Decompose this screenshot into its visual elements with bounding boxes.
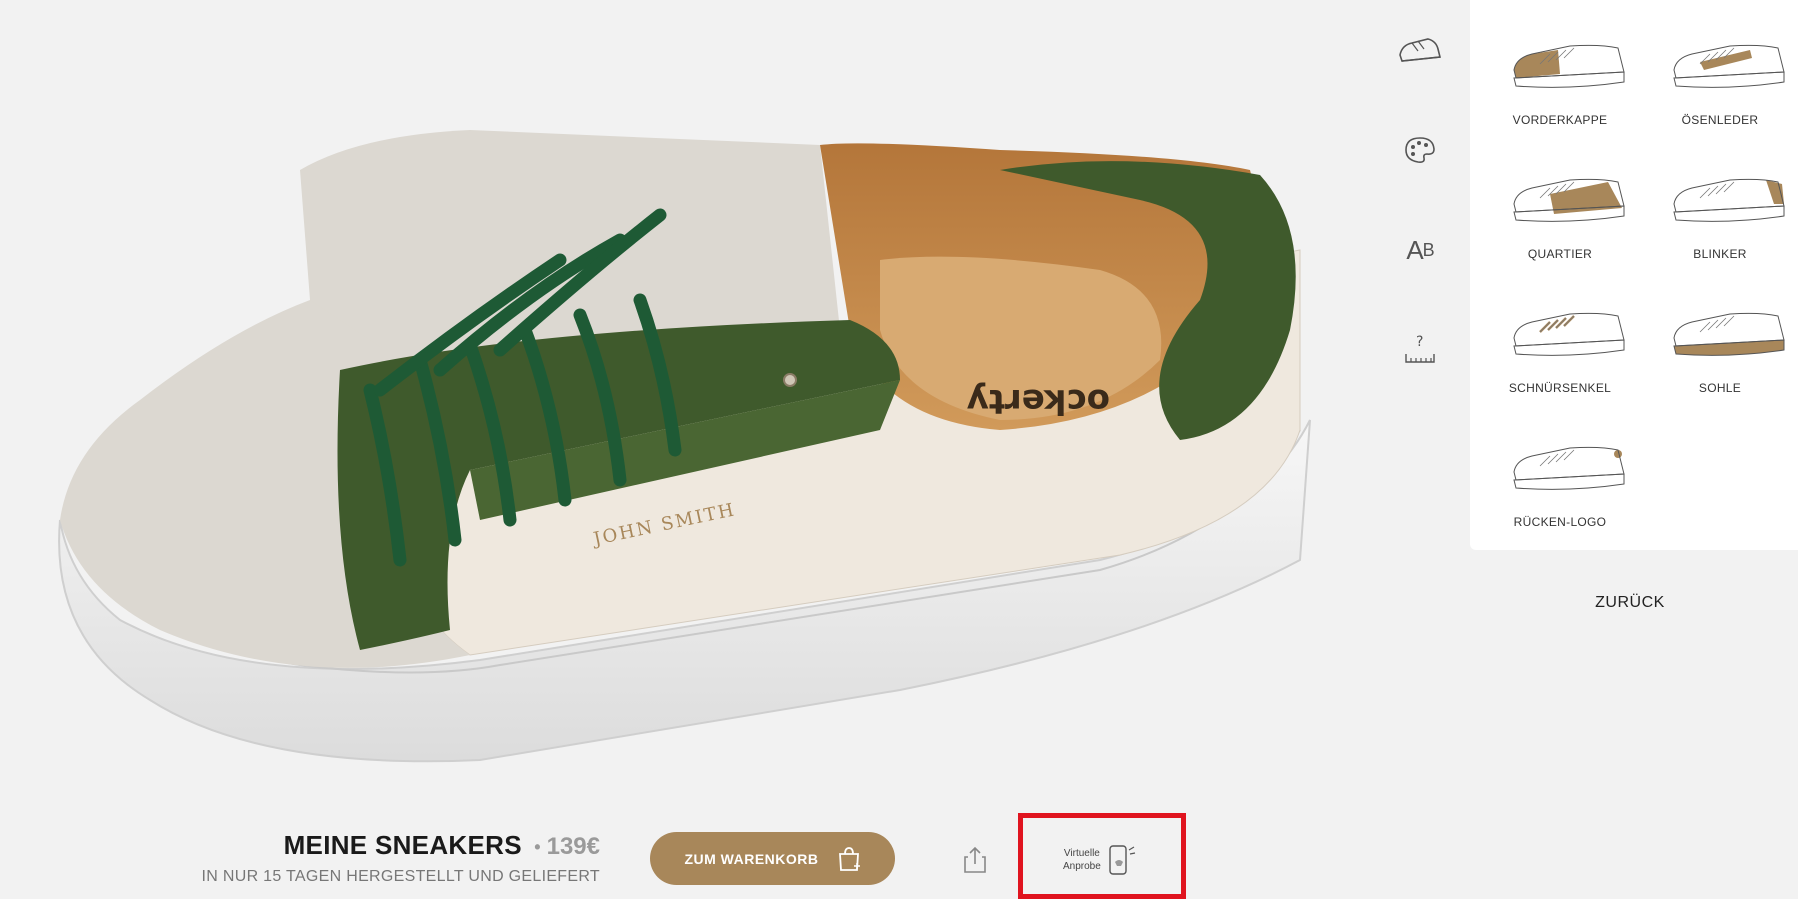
part-option-toe[interactable]: VORDERKAPPE <box>1490 10 1630 130</box>
product-title: MEINE SNEAKERS <box>283 830 522 860</box>
shoe-part-diagram-icon <box>1673 178 1785 222</box>
virtual-try-on-highlight: Virtuelle Anprobe <box>1018 813 1186 899</box>
vto-line-2: Anprobe <box>1063 861 1101 872</box>
product-price: 139€ <box>546 833 600 860</box>
back-button[interactable]: ZURÜCK <box>1570 594 1690 612</box>
part-option-label: VORDERKAPPE <box>1512 113 1608 127</box>
share-button[interactable] <box>960 845 990 875</box>
size-ruler-icon[interactable]: ? <box>1395 325 1445 375</box>
parts-panel: VORDERKAPPE ÖSENLEDER QUARTIER BLINKER SCHNÜ… <box>1470 0 1798 550</box>
tool-column: AB ? <box>1385 20 1455 380</box>
add-to-cart-label: ZUM WARENKORB <box>684 850 819 867</box>
part-option-label: RÜCKEN-LOGO <box>1513 515 1607 529</box>
part-option-label: BLINKER <box>1693 247 1747 261</box>
shoe-part-diagram-icon <box>1513 312 1625 356</box>
part-option-laces[interactable]: SCHNÜRSENKEL <box>1490 278 1630 398</box>
text-tool-letter-b: B <box>1422 239 1435 260</box>
text-ab-icon[interactable]: AB <box>1395 225 1445 275</box>
shopping-bag-icon <box>838 846 860 871</box>
shoe-part-diagram-icon <box>1673 44 1785 88</box>
virtual-try-on-label: Virtuelle Anprobe <box>1063 847 1101 873</box>
shoe-part-diagram-icon <box>1513 446 1625 490</box>
shoe-part-diagram-icon <box>1513 44 1625 88</box>
delivery-note: IN NUR 15 TAGEN HERGESTELLT UND GELIEFER… <box>201 868 600 885</box>
share-icon <box>964 846 986 873</box>
product-price-wrap: • 139€ <box>534 833 600 860</box>
shoe-part-diagram-icon <box>1673 312 1785 356</box>
phone-ar-icon <box>1109 845 1135 875</box>
part-option-label: ÖSENLEDER <box>1681 113 1759 127</box>
size-tool-question: ? <box>1416 334 1423 350</box>
add-to-cart-button[interactable]: ZUM WARENKORB <box>650 832 895 885</box>
sneaker-icon[interactable] <box>1395 25 1445 75</box>
part-option-label: SCHNÜRSENKEL <box>1508 381 1612 395</box>
text-tool-letter-a: A <box>1406 234 1423 265</box>
part-option-logo[interactable]: RÜCKEN-LOGO <box>1490 412 1630 532</box>
vto-line-1: Virtuelle <box>1063 848 1100 859</box>
part-option-heel[interactable]: BLINKER <box>1650 144 1790 264</box>
price-separator: • <box>534 837 541 858</box>
part-option-label: SOHLE <box>1698 381 1742 395</box>
part-option-sole[interactable]: SOHLE <box>1650 278 1790 398</box>
product-title-row: MEINE SNEAKERS • 139€ <box>200 830 600 861</box>
virtual-try-on-button[interactable]: Virtuelle Anprobe <box>1063 842 1153 878</box>
part-option-quarter[interactable]: QUARTIER <box>1490 144 1630 264</box>
part-option-label: QUARTIER <box>1527 247 1593 261</box>
shoe-part-diagram-icon <box>1513 178 1625 222</box>
shoe-3d-viewer[interactable]: ockerty JOHN SMITH <box>0 0 1370 820</box>
palette-icon[interactable] <box>1395 125 1445 175</box>
insole-brand-text: ockerty <box>967 381 1110 421</box>
part-option-eyelet[interactable]: ÖSENLEDER <box>1650 10 1790 130</box>
sneaker-render: ockerty JOHN SMITH <box>58 130 1311 763</box>
